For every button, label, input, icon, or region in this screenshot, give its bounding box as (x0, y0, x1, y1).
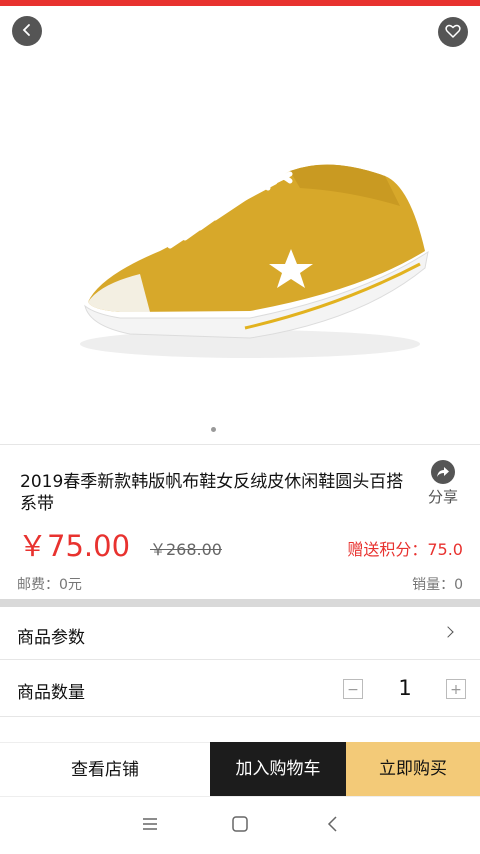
system-navigation-bar (0, 796, 480, 854)
buy-now-button[interactable]: 立即购买 (346, 742, 480, 796)
bottom-action-bar: 查看店铺 加入购物车 立即购买 (0, 742, 480, 796)
quantity-decrease-button[interactable]: − (343, 679, 363, 699)
chevron-left-icon (20, 22, 34, 41)
product-image-gallery[interactable] (0, 6, 480, 444)
view-store-button[interactable]: 查看店铺 (0, 742, 210, 796)
menu-icon[interactable] (141, 815, 159, 837)
home-square-icon[interactable] (231, 815, 249, 837)
sales-count: 销量：0 (412, 577, 463, 593)
quantity-label: 商品数量 (17, 683, 85, 703)
back-button[interactable] (12, 16, 42, 46)
favorite-button[interactable] (438, 17, 468, 47)
share-label: 分享 (427, 488, 458, 506)
section-separator (0, 599, 480, 607)
heart-icon (445, 23, 461, 42)
product-params-label: 商品参数 (17, 628, 85, 648)
current-price: ￥75.00 (18, 529, 131, 563)
share-arrow-icon (431, 460, 455, 484)
product-params-row[interactable]: 商品参数 (0, 607, 480, 659)
divider (0, 716, 480, 717)
add-to-cart-button[interactable]: 加入购物车 (210, 742, 346, 796)
divider (0, 444, 480, 445)
share-button[interactable]: 分享 (423, 460, 463, 507)
back-triangle-icon[interactable] (324, 815, 342, 837)
divider (0, 659, 480, 660)
gallery-page-indicator[interactable] (211, 427, 216, 432)
postage-info: 邮费：0元 (17, 577, 82, 593)
chevron-right-icon (442, 626, 454, 638)
original-price: ￥268.00 (150, 540, 222, 559)
quantity-increase-button[interactable]: + (446, 679, 466, 699)
product-image (80, 164, 429, 358)
bonus-points: 赠送积分：75.0 (347, 540, 463, 559)
product-title: 2019春季新款韩版帆布鞋女反绒皮休闲鞋圆头百搭系带 (20, 472, 404, 514)
quantity-value[interactable]: 1 (390, 676, 420, 700)
